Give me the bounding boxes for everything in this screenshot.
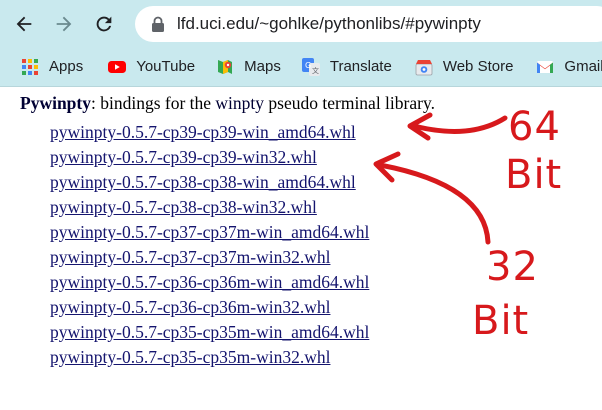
svg-text:文: 文	[312, 66, 319, 75]
wheel-link[interactable]: pywinpty-0.5.7-cp38-cp38-win32.whl	[50, 197, 317, 217]
page-content: Pywinpty: bindings for the winpty pseudo…	[0, 88, 602, 410]
list-item: pywinpty-0.5.7-cp38-cp38-win_amd64.whl	[50, 170, 369, 195]
maps-icon	[218, 59, 233, 74]
browser-toolbar: lfd.uci.edu/~gohlke/pythonlibs/#pywinpty	[0, 0, 602, 47]
package-description: Pywinpty: bindings for the winpty pseudo…	[20, 93, 435, 114]
bookmark-label: Apps	[49, 58, 84, 75]
list-item: pywinpty-0.5.7-cp35-cp35m-win32.whl	[50, 345, 369, 370]
address-bar[interactable]: lfd.uci.edu/~gohlke/pythonlibs/#pywinpty	[135, 6, 602, 42]
forward-arrow-icon	[56, 16, 72, 32]
svg-text:G: G	[305, 61, 311, 70]
package-name: Pywinpty	[20, 93, 91, 113]
bookmark-translate[interactable]: G 文 Translate	[301, 52, 392, 82]
back-arrow-icon	[16, 16, 32, 32]
winpty-link[interactable]: winpty	[215, 93, 264, 113]
bookmarks-bar: Apps YouTube Maps G 文 Translate Web Stor…	[0, 47, 602, 87]
url-text: lfd.uci.edu/~gohlke/pythonlibs/#pywinpty	[177, 14, 481, 33]
wheel-link[interactable]: pywinpty-0.5.7-cp39-cp39-win_amd64.whl	[50, 122, 356, 142]
bookmark-maps[interactable]: Maps	[215, 52, 281, 82]
bookmark-label: YouTube	[136, 58, 196, 75]
list-item: pywinpty-0.5.7-cp37-cp37m-win32.whl	[50, 245, 369, 270]
list-item: pywinpty-0.5.7-cp38-cp38-win32.whl	[50, 195, 369, 220]
wheel-link[interactable]: pywinpty-0.5.7-cp39-cp39-win32.whl	[50, 147, 317, 167]
list-item: pywinpty-0.5.7-cp39-cp39-win_amd64.whl	[50, 120, 369, 145]
youtube-icon	[108, 60, 127, 73]
bookmark-gmail[interactable]: Gmail	[535, 52, 602, 82]
wheel-link[interactable]: pywinpty-0.5.7-cp38-cp38-win_amd64.whl	[50, 172, 356, 192]
forward-button[interactable]	[50, 10, 78, 38]
list-item: pywinpty-0.5.7-cp36-cp36m-win32.whl	[50, 295, 369, 320]
bookmark-apps[interactable]: Apps	[20, 52, 83, 82]
apps-grid-icon	[22, 58, 38, 75]
description-prefix: : bindings for the	[90, 93, 216, 113]
bookmark-youtube[interactable]: YouTube	[107, 52, 195, 82]
wheel-file-list: pywinpty-0.5.7-cp39-cp39-win_amd64.whl p…	[50, 120, 369, 370]
back-button[interactable]	[10, 10, 38, 38]
wheel-link[interactable]: pywinpty-0.5.7-cp37-cp37m-win_amd64.whl	[50, 222, 369, 242]
web-store-icon	[415, 59, 433, 75]
wheel-link[interactable]: pywinpty-0.5.7-cp35-cp35m-win_amd64.whl	[50, 322, 369, 342]
list-item: pywinpty-0.5.7-cp36-cp36m-win_amd64.whl	[50, 270, 369, 295]
bookmark-label: Gmail	[564, 58, 602, 75]
wheel-link[interactable]: pywinpty-0.5.7-cp36-cp36m-win_amd64.whl	[50, 272, 369, 292]
bookmark-label: Translate	[329, 58, 392, 75]
reload-button[interactable]	[90, 10, 118, 38]
bookmark-label: Web Store	[442, 58, 514, 75]
wheel-link[interactable]: pywinpty-0.5.7-cp36-cp36m-win32.whl	[50, 297, 330, 317]
lock-icon	[152, 16, 164, 32]
list-item: pywinpty-0.5.7-cp37-cp37m-win_amd64.whl	[50, 220, 369, 245]
reload-icon	[96, 16, 112, 32]
wheel-link[interactable]: pywinpty-0.5.7-cp35-cp35m-win32.whl	[50, 347, 330, 367]
translate-icon: G 文	[301, 57, 320, 76]
gmail-icon	[537, 60, 554, 73]
wheel-link[interactable]: pywinpty-0.5.7-cp37-cp37m-win32.whl	[50, 247, 330, 267]
list-item: pywinpty-0.5.7-cp39-cp39-win32.whl	[50, 145, 369, 170]
bookmark-web-store[interactable]: Web Store	[414, 52, 514, 82]
description-suffix: pseudo terminal library.	[264, 93, 435, 113]
bookmark-label: Maps	[244, 58, 281, 75]
list-item: pywinpty-0.5.7-cp35-cp35m-win_amd64.whl	[50, 320, 369, 345]
